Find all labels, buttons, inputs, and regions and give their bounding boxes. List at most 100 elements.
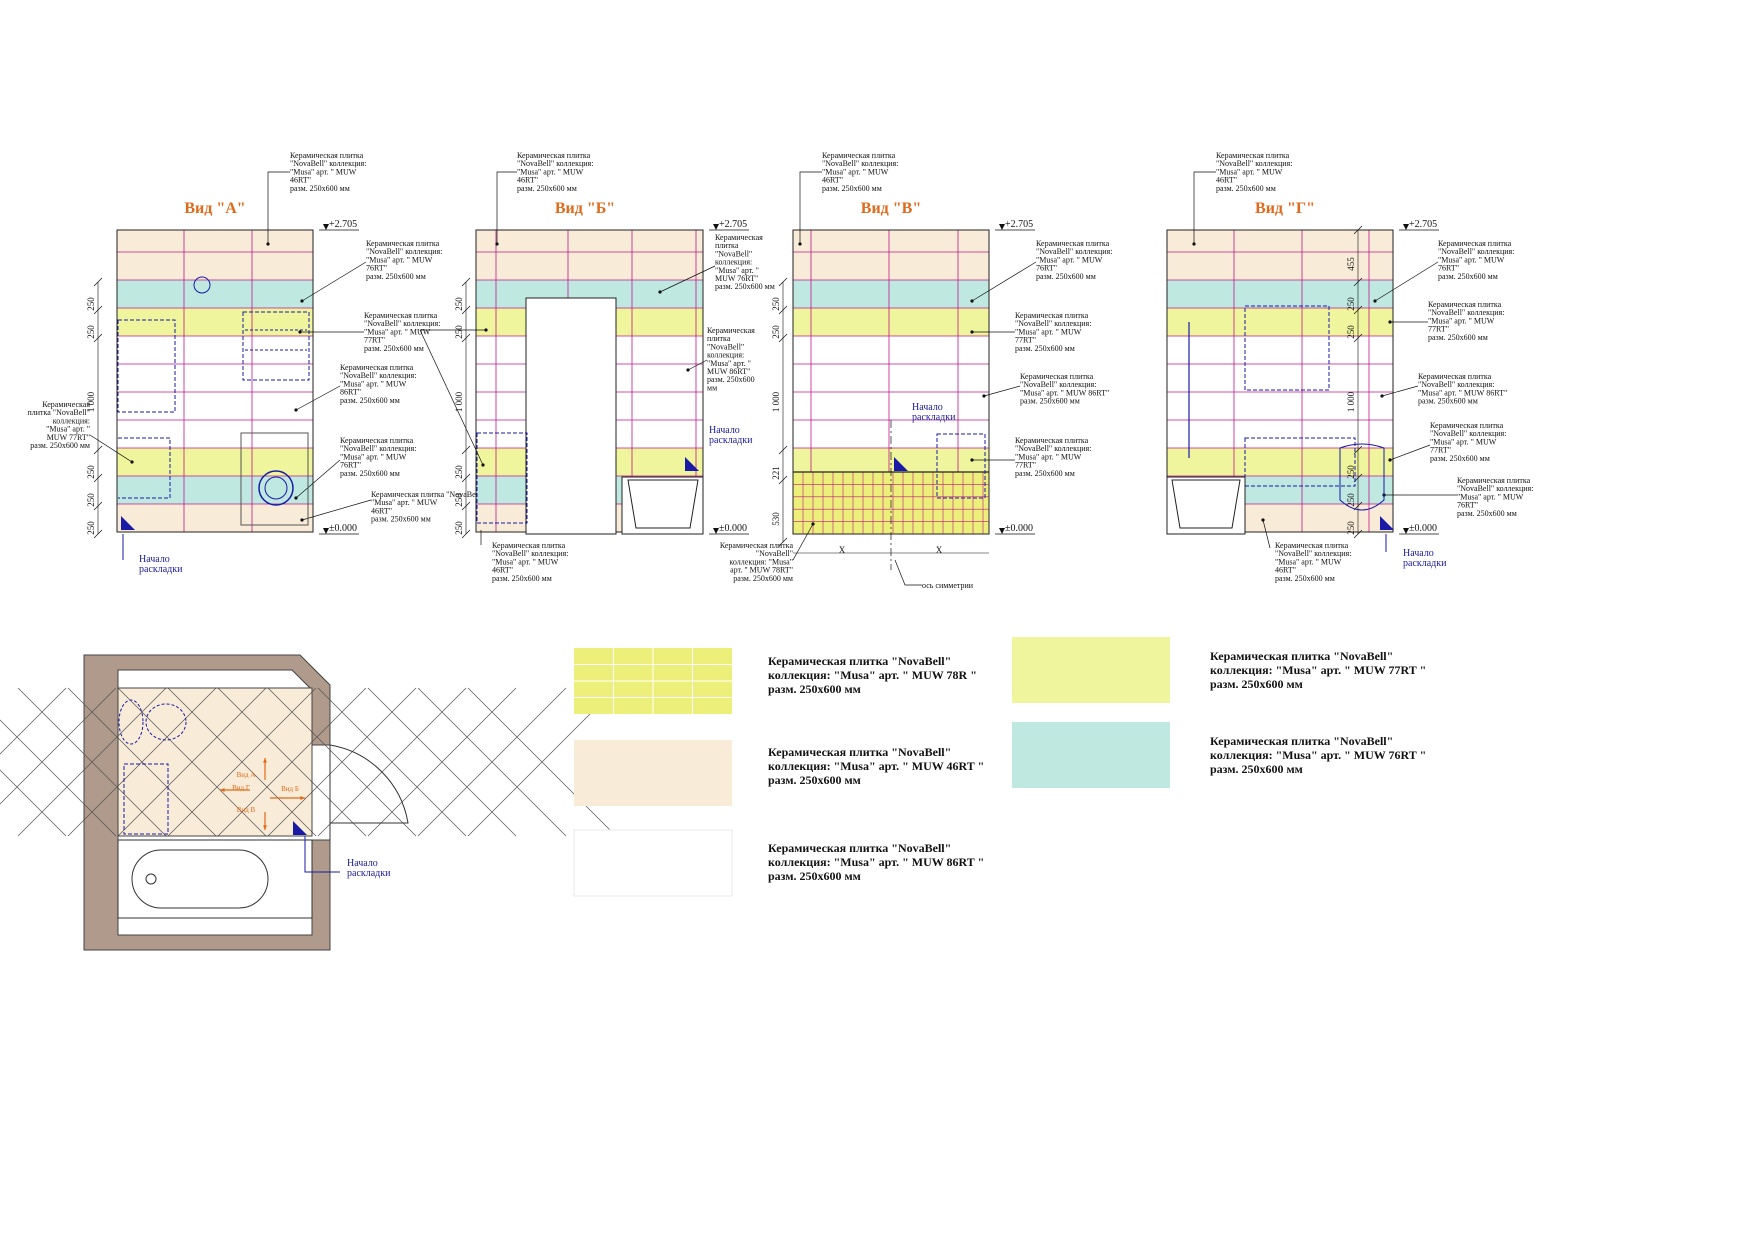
bathroom-tile-layout-drawing: Вид "А" +2.705 ±0.000 250 250 1 000 250 250 250 К… [0,151,1533,951]
level-label: +2.705 [1005,219,1033,230]
leader-dot [1388,458,1392,462]
dim-label: 1 000 [1346,391,1356,412]
view-g-note-77-line: разм. 250х600 мм [1428,333,1488,342]
legend-text-line: коллекция: "Musa" арт. " MUW 76RT " [1210,748,1426,762]
dim-label: 250 [1346,297,1356,311]
leader-dot [298,330,302,334]
legend-text-line: разм. 250х600 мм [1210,677,1303,691]
view-v-start-label-line: раскладки [912,412,956,423]
view-v-note-76-line: разм. 250х600 мм [1036,272,1096,281]
view-g-note-86-line: разм. 250х600 мм [1418,397,1478,406]
leader-dot [294,496,298,500]
leader-dot [484,328,488,332]
leader-dot [495,242,499,246]
level-label: +2.705 [719,219,747,230]
tile-band [476,230,703,252]
view-g-title: Вид "Г" [1255,200,1315,217]
tile-band [117,448,313,476]
legend-text-line: разм. 250х600 мм [768,773,861,787]
dim-label: 1 000 [771,391,781,412]
floor-plan: Вид А Вид Б Вид В Вид Г Началораскладки [0,654,617,951]
legend-item: Керамическая плитка "NovaBell"коллекция:… [574,740,984,806]
leader-dot [982,394,986,398]
dim-label: 250 [454,325,464,339]
view-a-note-86-line: разм. 250х600 мм [340,396,400,405]
dim-label: 250 [771,297,781,311]
view-g-start-label-line: раскладки [1403,558,1447,569]
view-b-note-46: Керамическая плитка"NovaBell" коллекция:… [492,541,568,583]
view-g-note-86: Керамическая плитка"NovaBell" коллекция:… [1418,372,1507,406]
dim-label: 250 [86,521,96,535]
view-v-note-78: Керамическая плитка"NovaBell"коллекция: … [720,541,794,583]
tile-band [476,252,703,280]
view-g-note-46: Керамическая плитка"NovaBell" коллекция:… [1275,541,1351,583]
level-label: ±0.000 [719,523,747,534]
view-b-top-note: Керамическая плитка"NovaBell" коллекция:… [517,151,593,193]
tile-band [793,252,989,280]
tile-band [117,230,313,252]
legend-item: Керамическая плитка "NovaBell"коллекция:… [1012,637,1426,703]
leader-dot [811,522,815,526]
view-v-note-86: Керамическая плитка"NovaBell" коллекция:… [1020,372,1109,406]
legend-text-line: Керамическая плитка "NovaBell" [1210,649,1393,663]
view-v-top-note-line: разм. 250х600 мм [822,184,882,193]
view-b-note-86: Керамическаяплитка"NovaBell"коллекция:"M… [707,326,755,392]
view-v-title: Вид "В" [861,200,921,217]
dim-label: 221 [771,466,781,480]
tile-band [117,420,313,448]
view-g-start-label: Началораскладки [1403,548,1447,569]
legend-swatch [1012,722,1170,788]
tile-legend: Керамическая плитка "NovaBell" коллекция:… [573,637,1426,897]
tile-band [117,336,313,364]
tile-band [1167,252,1393,280]
level-label: ±0.000 [1005,523,1033,534]
level-label: ±0.000 [1409,523,1437,534]
view-g-note-77b-line: разм. 250х600 мм [1430,454,1490,463]
tile-band [117,504,313,532]
tile-band [1167,392,1393,420]
view-a-note-46-line: разм. 250х600 мм [371,515,431,524]
plan-label-v: Вид В [237,806,256,814]
view-b-note-76-line: разм. 250х600 мм [715,282,775,291]
view-a-note-left-line: разм. 250х600 мм [30,441,90,450]
dim-label: 250 [454,297,464,311]
view-b-wall: Вид "Б" +2.705 ±0.000 250 250 1 000 250 250 250 К… [419,151,775,583]
leader-dot [1380,394,1384,398]
legend-text-line: разм. 250х600 мм [1210,762,1303,776]
view-a-top-note-line: разм. 250х600 мм [290,184,350,193]
dim-label: 250 [86,493,96,507]
legend-swatch [574,740,732,806]
leader-dot [1373,299,1377,303]
view-a-title: Вид "А" [184,200,245,217]
x-dim-label-right: X [936,545,943,555]
legend-text-line: коллекция: "Musa" арт. " MUW 46RT " [768,759,984,773]
dim-label: 250 [1346,493,1356,507]
view-a-top-note: Керамическая плитка"NovaBell" коллекция:… [290,151,366,193]
legend-swatch [1012,637,1170,703]
view-v-note-77b-line: разм. 250х600 мм [1015,469,1075,478]
tile-band [1167,448,1393,476]
legend-text-line: коллекция: "Musa" арт. " MUW 86RT " [768,855,984,869]
leader-dot [970,330,974,334]
view-b-top-note-line: разм. 250х600 мм [517,184,577,193]
leader-dot [1192,242,1196,246]
leader-line [419,329,484,466]
tile-band [1167,230,1393,252]
view-v-note-77-line: разм. 250х600 мм [1015,344,1075,353]
legend-text: Керамическая плитка "NovaBell"коллекция:… [1210,649,1426,691]
view-b-title: Вид "Б" [555,200,615,217]
legend-text: Керамическая плитка "NovaBell"коллекция:… [1210,734,1426,776]
tile-band [793,364,989,392]
leader-dot [300,299,304,303]
leader-dot [266,242,270,246]
view-g-wall: Вид "Г"+2.705±0.0004552502501 0002502502… [1166,151,1533,583]
tile-band [793,392,989,420]
diag-line [0,687,67,755]
tile-band [793,280,989,308]
legend-text: Керамическая плитка "NovaBell"коллекция:… [768,745,984,787]
tile-band [117,392,313,420]
plan-label-a: Вид А [237,771,256,779]
view-a-note-76-line: разм. 250х600 мм [366,272,426,281]
level-label: ±0.000 [329,523,357,534]
leader-line [894,559,922,586]
